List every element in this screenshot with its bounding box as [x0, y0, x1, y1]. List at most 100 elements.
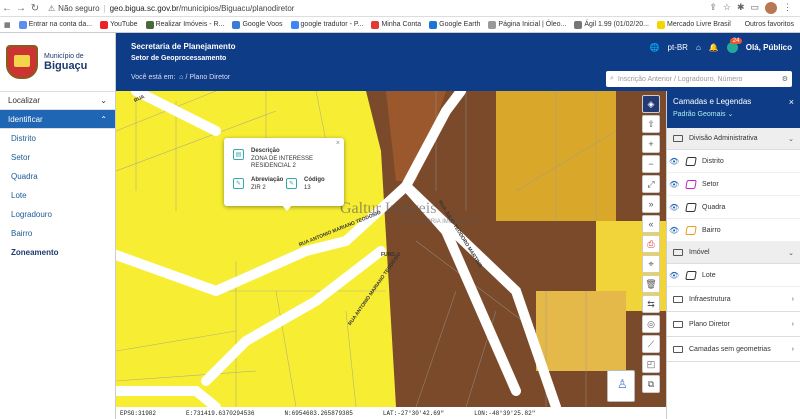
eye-icon[interactable]: 👁 — [669, 271, 680, 280]
group-imovel[interactable]: Imóvel ⌄ — [667, 242, 800, 264]
sidebar-item-zoneamento[interactable]: Zoneamento — [0, 243, 115, 262]
layer-item[interactable]: 👁 Distrito — [667, 150, 800, 173]
layer-group[interactable]: Infraestrutura › — [667, 287, 800, 312]
bookmark-item[interactable]: Mercado Livre Brasil — [656, 20, 731, 29]
address-bar[interactable]: ⚠ Não seguro | geo.bigua.sc.gov.br /muni… — [48, 4, 294, 13]
bookmark-item[interactable]: Google Earth — [429, 20, 481, 29]
bookmark-item[interactable]: Página Inicial | Óleo... — [488, 20, 567, 29]
chevron-down-icon: ⌄ — [788, 135, 794, 143]
breadcrumb-page[interactable]: Plano Diretor — [189, 74, 230, 81]
identificar-label: Identificar — [8, 114, 43, 124]
avatar[interactable] — [765, 2, 777, 14]
swap-icon[interactable]: ⇆ — [642, 295, 660, 313]
group-divisao-administrativa[interactable]: Divisão Administrativa ⌄ — [667, 128, 800, 150]
edit-icon: ✎ — [286, 178, 297, 189]
sidepanel-icon[interactable]: ▭ — [750, 2, 759, 14]
eye-icon[interactable]: 👁 — [669, 226, 680, 235]
layer-item[interactable]: 👁 Bairro — [667, 219, 800, 242]
sidebar-localizar[interactable]: Localizar ⌄ — [0, 91, 115, 110]
target-icon[interactable]: ◎ — [642, 315, 660, 333]
settings-icon[interactable]: ⚙ — [782, 75, 788, 83]
collapse-left-icon[interactable]: « — [642, 215, 660, 233]
bookmark-label: Realizar Imóveis - R... — [155, 21, 225, 28]
bookmark-item[interactable]: google tradutor - P... — [290, 20, 363, 29]
extensions-icon[interactable]: ✱ — [737, 2, 745, 14]
group-label: Plano Diretor — [689, 320, 730, 328]
zoom-in-icon[interactable]: + — [642, 135, 660, 153]
language-selector[interactable]: pt-BR — [668, 43, 688, 52]
layer-label: Distrito — [702, 157, 724, 165]
sidebar-identificar[interactable]: Identificar ⌃ — [0, 110, 115, 129]
eye-icon[interactable]: 👁 — [669, 180, 680, 189]
layer-group[interactable]: Camadas sem geometrias › — [667, 337, 800, 362]
map-canvas[interactable]: RUA ANTONIO MARIANO TEODOSIO RUA JULIO T… — [116, 91, 666, 407]
other-bookmarks[interactable]: Outros favoritos — [745, 21, 794, 28]
easting-readout: E:731419.6370294536 — [186, 409, 255, 417]
street-view-pegman[interactable]: ♙ — [607, 370, 635, 402]
home-icon[interactable]: ⌂ — [696, 43, 701, 52]
bookmark-item[interactable]: Entrar na conta da... — [18, 20, 92, 29]
sidebar-item-lote[interactable]: Lote — [0, 186, 115, 205]
layers-icon[interactable]: ◈ — [642, 95, 660, 113]
sidebar-item-logradouro[interactable]: Logradouro — [0, 205, 115, 224]
sidebar-item-setor[interactable]: Setor — [0, 148, 115, 167]
bookmark-label: Google Earth — [439, 21, 481, 28]
sidebar-item-bairro[interactable]: Bairro — [0, 224, 115, 243]
breadcrumb-label: Você está em: — [131, 74, 176, 81]
close-icon[interactable]: × — [336, 140, 340, 147]
folder-icon — [673, 320, 683, 328]
bookmark-item[interactable]: Realizar Imóveis - R... — [145, 20, 225, 29]
notification-bell[interactable]: 🔔 24 — [709, 38, 743, 52]
bookmark-item[interactable]: Minha Conta — [371, 20, 421, 29]
area-icon[interactable]: ◰ — [642, 355, 660, 373]
panel-header: Camadas e Legendas Padrão Geomais ⌄ × — [667, 91, 800, 128]
bookmark-item[interactable]: Google Voos — [232, 20, 283, 29]
layer-label: Quadra — [702, 203, 726, 211]
close-icon[interactable]: × — [789, 97, 794, 107]
expand-right-icon[interactable]: » — [642, 195, 660, 213]
folder-icon — [673, 135, 683, 142]
panel-title: Camadas e Legendas — [673, 97, 752, 106]
panel-mode-select[interactable]: Padrão Geomais ⌄ — [673, 110, 794, 118]
bookmark-item[interactable]: YouTube — [100, 20, 138, 29]
user-greeting[interactable]: Olá, Público — [746, 43, 792, 52]
chevron-up-icon: ⌃ — [100, 114, 107, 124]
eye-icon[interactable]: 👁 — [669, 203, 680, 212]
url-path: /municipios/Biguacu/planodiretor — [178, 3, 295, 13]
folder-icon — [673, 249, 683, 256]
layer-item[interactable]: 👁 Setor — [667, 173, 800, 196]
folder-icon — [673, 345, 683, 353]
layer-label: Lote — [702, 271, 716, 279]
stack-icon[interactable]: ⧉ — [642, 375, 660, 393]
home-icon[interactable]: ⌂ — [177, 74, 185, 81]
back-arrow-icon[interactable]: ← — [0, 3, 14, 14]
zoom-out-icon[interactable]: − — [642, 155, 660, 173]
layer-legend-icon — [685, 225, 697, 235]
sidebar-item-distrito[interactable]: Distrito — [0, 129, 115, 148]
trash-icon[interactable]: 🗑 — [642, 275, 660, 293]
share-icon[interactable]: ⇪ — [709, 2, 717, 14]
ruler-icon[interactable]: ⟋ — [642, 335, 660, 353]
globe-icon[interactable]: 🌐 — [650, 43, 660, 52]
bookmark-favicon-icon — [232, 20, 241, 29]
search-input[interactable]: ⌕ Inscrição Anterior / Logradouro, Númer… — [606, 71, 792, 87]
eye-icon[interactable]: 👁 — [669, 157, 680, 166]
fullscreen-icon[interactable]: ⤢ — [642, 175, 660, 193]
search-icon: ⌕ — [610, 75, 614, 82]
layer-group[interactable]: Plano Diretor › — [667, 312, 800, 337]
bookmark-label: Página Inicial | Óleo... — [498, 21, 567, 28]
reload-icon[interactable]: ↻ — [28, 3, 42, 14]
compass-icon[interactable]: ⇧ — [642, 115, 660, 133]
bookmark-item[interactable]: Ágil 1.99 (01/02/20... — [574, 20, 649, 29]
sidebar-item-quadra[interactable]: Quadra — [0, 167, 115, 186]
menu-icon[interactable]: ⋮ — [783, 2, 792, 14]
print-icon[interactable]: ⎙ — [642, 235, 660, 253]
bookmark-label: YouTube — [110, 21, 138, 28]
star-icon[interactable]: ☆ — [723, 2, 731, 14]
layer-item[interactable]: 👁 Quadra — [667, 196, 800, 219]
layer-item[interactable]: 👁 Lote — [667, 264, 800, 287]
location-icon[interactable]: ⌖ — [642, 255, 660, 273]
forward-arrow-icon[interactable]: → — [14, 3, 28, 14]
bookmark-favicon-icon — [18, 20, 27, 29]
apps-icon[interactable]: ▦ — [4, 21, 11, 29]
